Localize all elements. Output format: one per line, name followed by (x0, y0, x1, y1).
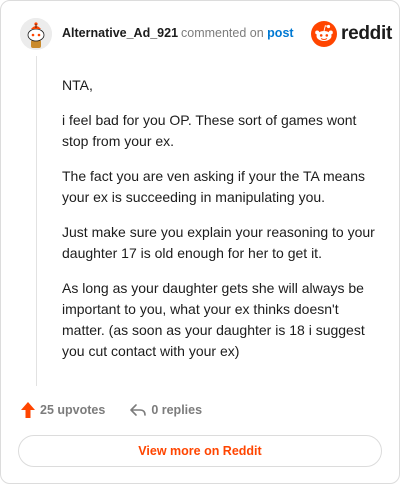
upvote-button[interactable]: 25 upvotes (20, 401, 105, 419)
reply-count: 0 replies (151, 403, 203, 417)
embedded-comment-card: Alternative_Ad_921 commented on post red… (0, 0, 400, 484)
reddit-brand[interactable]: reddit (311, 21, 392, 47)
comment-paragraph: The fact you are ven asking if your the … (62, 168, 365, 205)
reddit-logo-icon (311, 21, 337, 47)
commented-on-text: commented on (181, 26, 264, 40)
snoo-avatar-icon (20, 18, 52, 50)
upvote-count: 25 upvotes (40, 403, 106, 417)
brand-wordmark: reddit (341, 23, 392, 44)
reply-arrow-icon (130, 404, 147, 416)
view-more-button[interactable]: View more on Reddit (18, 435, 382, 467)
comment-paragraph: As long as your daughter gets she will a… (62, 280, 365, 359)
comment-body: NTA, i feel bad for you OP. These sort o… (62, 75, 380, 376)
comment-paragraph: i feel bad for you OP. These sort of gam… (62, 112, 357, 149)
comment-author[interactable]: Alternative_Ad_921 (62, 26, 178, 40)
comment-actions: 25 upvotes 0 replies (20, 401, 226, 419)
comment-paragraph: NTA, (62, 77, 93, 93)
post-link[interactable]: post (267, 26, 293, 40)
thread-line (36, 56, 37, 386)
avatar[interactable] (20, 18, 52, 50)
comment-context: commented on post (181, 26, 294, 40)
reply-button[interactable]: 0 replies (129, 402, 202, 418)
comment-paragraph: Just make sure you explain your reasonin… (62, 224, 375, 261)
upvote-arrow-icon (21, 402, 35, 418)
